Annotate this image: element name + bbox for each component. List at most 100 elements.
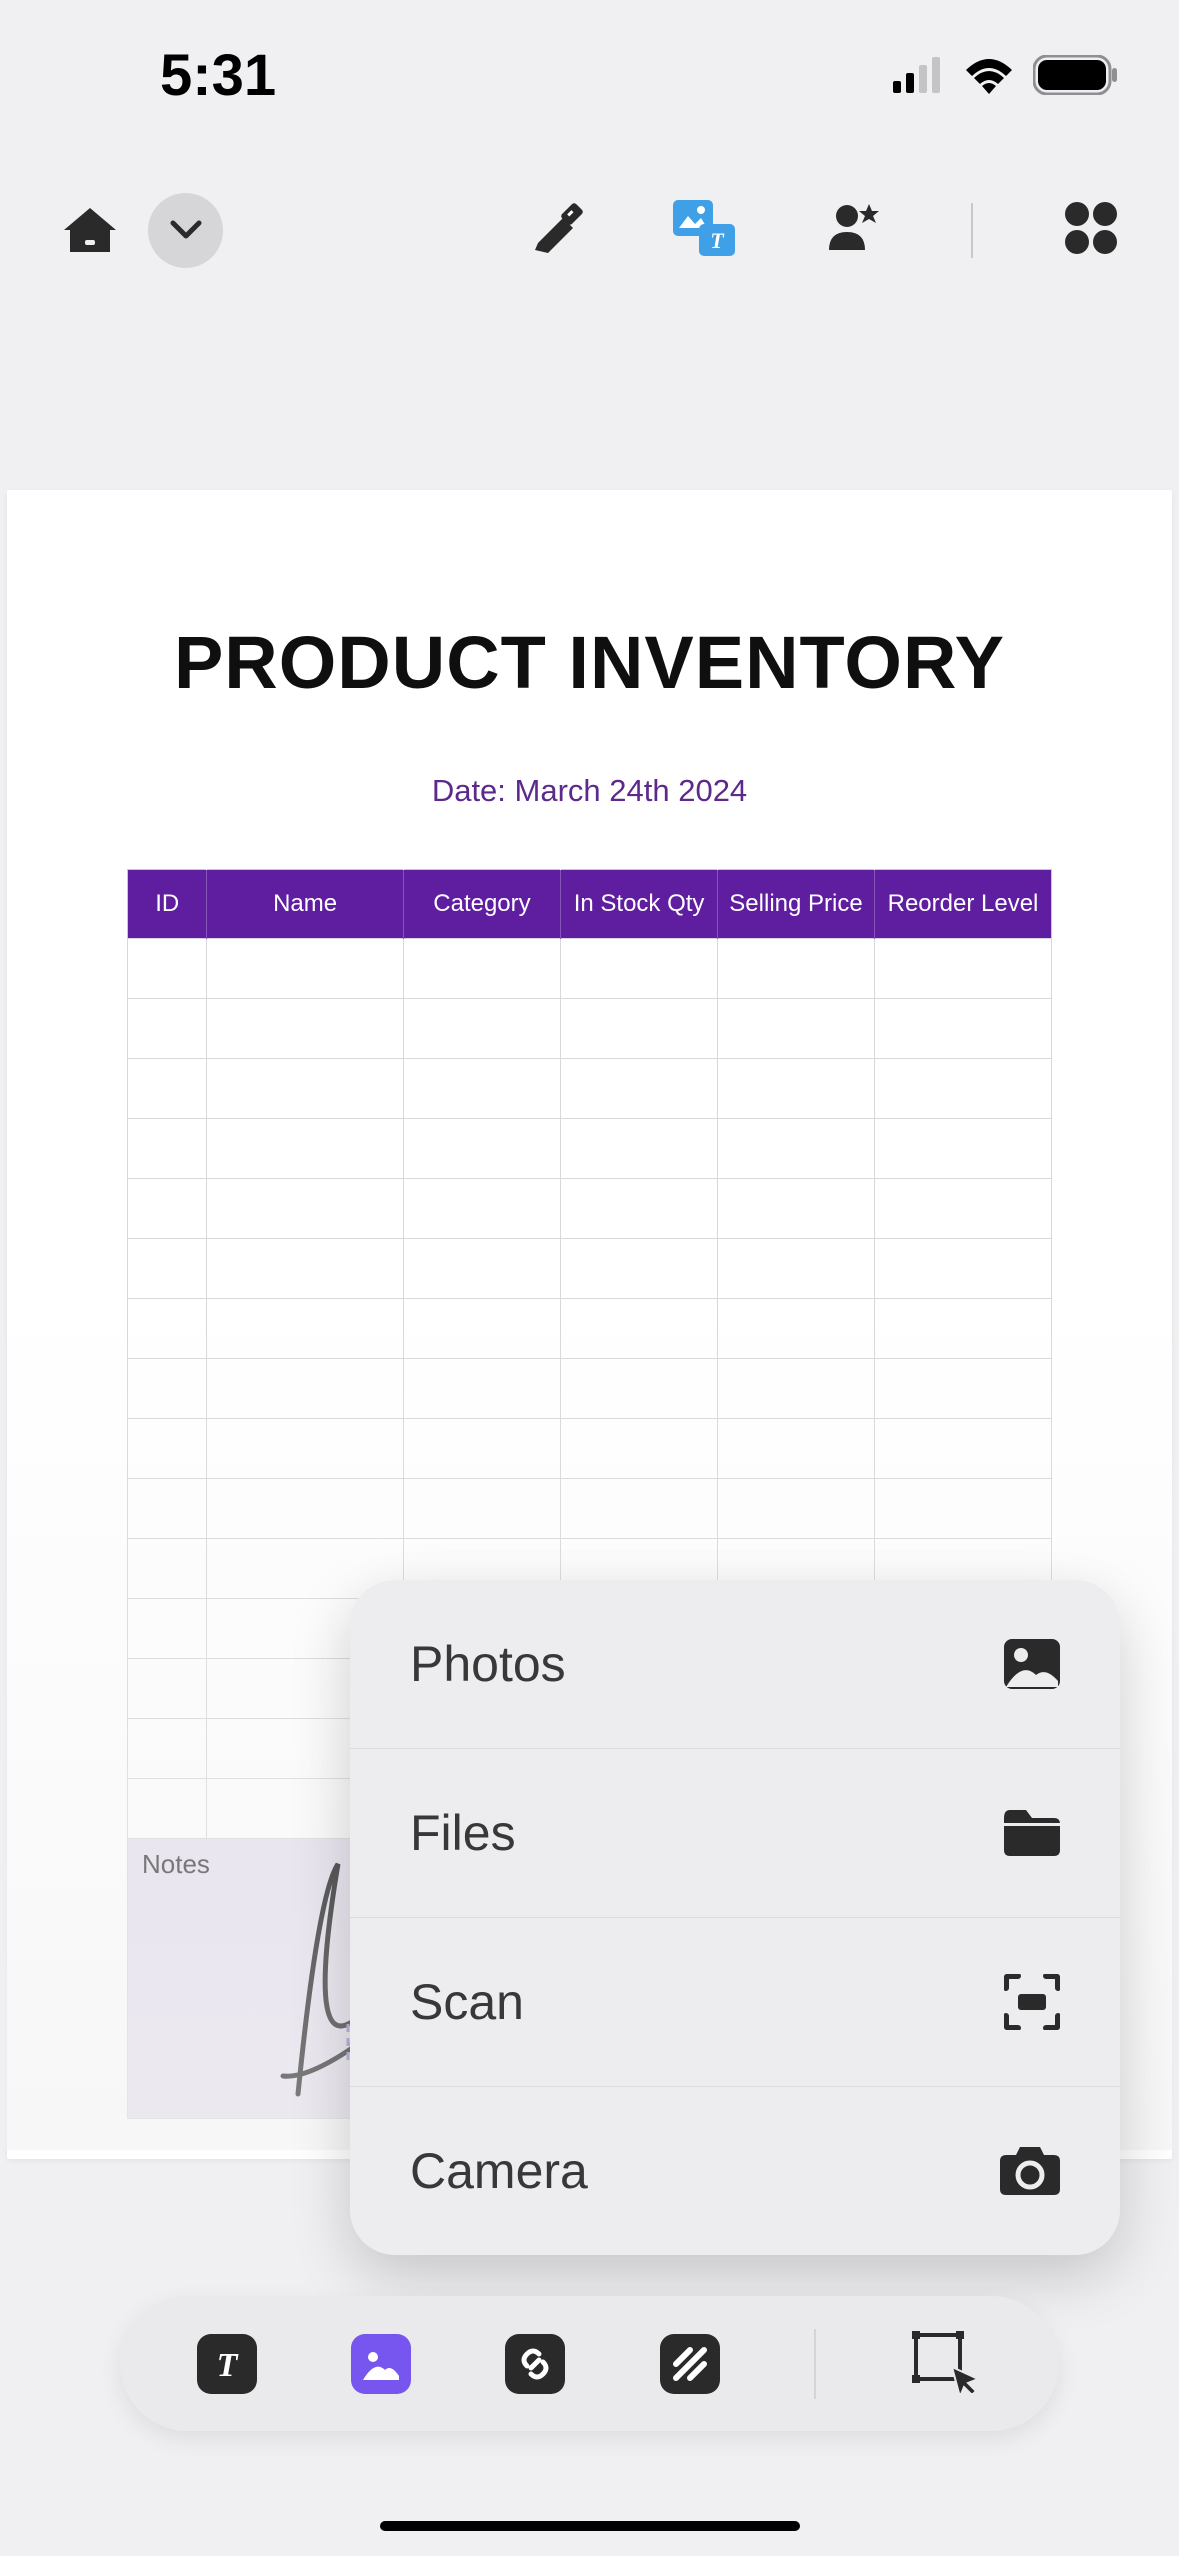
table-cell [207, 1479, 403, 1539]
table-cell [718, 1419, 875, 1479]
table-cell [875, 1299, 1052, 1359]
table-cell [561, 1179, 718, 1239]
top-toolbar: T [0, 150, 1179, 310]
table-cell [875, 1479, 1052, 1539]
table-cell [128, 1539, 207, 1599]
table-cell [875, 1119, 1052, 1179]
lasso-select-icon [910, 2329, 982, 2393]
table-cell [207, 1239, 403, 1299]
table-cell [403, 1059, 560, 1119]
table-cell [128, 1719, 207, 1779]
table-cell [207, 1059, 403, 1119]
wifi-icon [963, 56, 1015, 94]
status-bar: 5:31 [0, 0, 1179, 150]
link-tool-button[interactable] [505, 2334, 565, 2394]
image-text-icon: T [673, 200, 735, 256]
bottom-toolbar-divider [814, 2329, 816, 2399]
scan-icon [1004, 1974, 1060, 2030]
table-cell [403, 1239, 560, 1299]
text-image-button[interactable]: T [673, 200, 735, 261]
table-cell [403, 1179, 560, 1239]
table-row [128, 1179, 1052, 1239]
pattern-tool-button[interactable] [660, 2334, 720, 2394]
table-cell [718, 939, 875, 999]
table-cell [403, 999, 560, 1059]
apps-grid-icon [1063, 200, 1119, 256]
table-row [128, 1119, 1052, 1179]
popup-item-files[interactable]: Files [350, 1749, 1120, 1918]
image-tool-button[interactable] [351, 2334, 411, 2394]
table-cell [403, 1299, 560, 1359]
lasso-tool-button[interactable] [910, 2329, 982, 2398]
table-cell [207, 999, 403, 1059]
table-cell [875, 939, 1052, 999]
popup-item-scan[interactable]: Scan [350, 1918, 1120, 2087]
table-row [128, 1059, 1052, 1119]
column-header-id: ID [128, 870, 207, 939]
column-header-qty: In Stock Qty [561, 870, 718, 939]
svg-text:T: T [217, 2347, 239, 2382]
table-cell [403, 939, 560, 999]
table-cell [561, 1119, 718, 1179]
table-cell [561, 999, 718, 1059]
table-cell [561, 1299, 718, 1359]
person-star-icon [825, 200, 881, 256]
table-row [128, 1299, 1052, 1359]
folder-icon [1004, 1810, 1060, 1856]
dropdown-button[interactable] [148, 193, 223, 268]
table-row [128, 1419, 1052, 1479]
status-time: 5:31 [160, 42, 276, 109]
table-cell [718, 1179, 875, 1239]
photo-icon [1004, 1639, 1060, 1689]
table-cell [128, 1239, 207, 1299]
image-icon [361, 2346, 401, 2382]
diagonal-lines-icon [672, 2346, 708, 2382]
svg-text:T: T [710, 228, 725, 253]
table-cell [128, 1779, 207, 1839]
table-row [128, 1239, 1052, 1299]
camera-icon [1000, 2147, 1060, 2195]
table-cell [561, 939, 718, 999]
popup-item-photos[interactable]: Photos [350, 1580, 1120, 1749]
column-header-reorder: Reorder Level [875, 870, 1052, 939]
home-indicator[interactable] [380, 2521, 800, 2531]
table-cell [128, 1659, 207, 1719]
table-row [128, 1359, 1052, 1419]
cellular-signal-icon [893, 57, 945, 93]
table-cell [128, 999, 207, 1059]
popup-label: Files [410, 1804, 516, 1862]
table-cell [875, 1239, 1052, 1299]
table-cell [128, 1179, 207, 1239]
table-cell [561, 1359, 718, 1419]
chevron-down-icon [170, 220, 202, 240]
insert-popup-menu: Photos Files Scan Camera [350, 1580, 1120, 2255]
apps-grid-button[interactable] [1063, 200, 1119, 261]
table-cell [718, 1479, 875, 1539]
table-cell [128, 1419, 207, 1479]
table-cell [403, 1419, 560, 1479]
toolbar-divider [971, 203, 973, 258]
table-cell [207, 1359, 403, 1419]
table-cell [875, 1419, 1052, 1479]
text-tool-button[interactable]: T [197, 2334, 257, 2394]
document-title: PRODUCT INVENTORY [127, 620, 1052, 705]
table-cell [403, 1359, 560, 1419]
home-button[interactable] [60, 200, 120, 260]
table-cell [128, 1059, 207, 1119]
text-icon: T [209, 2346, 245, 2382]
highlighter-button[interactable] [523, 198, 583, 263]
table-cell [403, 1479, 560, 1539]
table-cell [718, 1059, 875, 1119]
table-cell [561, 1239, 718, 1299]
notes-label: Notes [142, 1849, 210, 1879]
popup-item-camera[interactable]: Camera [350, 2087, 1120, 2255]
document-date: Date: March 24th 2024 [127, 773, 1052, 809]
table-cell [128, 1299, 207, 1359]
stamp-button[interactable] [825, 200, 881, 261]
bottom-toolbar: T [120, 2296, 1059, 2431]
table-row [128, 1479, 1052, 1539]
table-cell [875, 1059, 1052, 1119]
table-cell [403, 1119, 560, 1179]
table-cell [875, 1359, 1052, 1419]
status-icons-group [893, 55, 1119, 95]
